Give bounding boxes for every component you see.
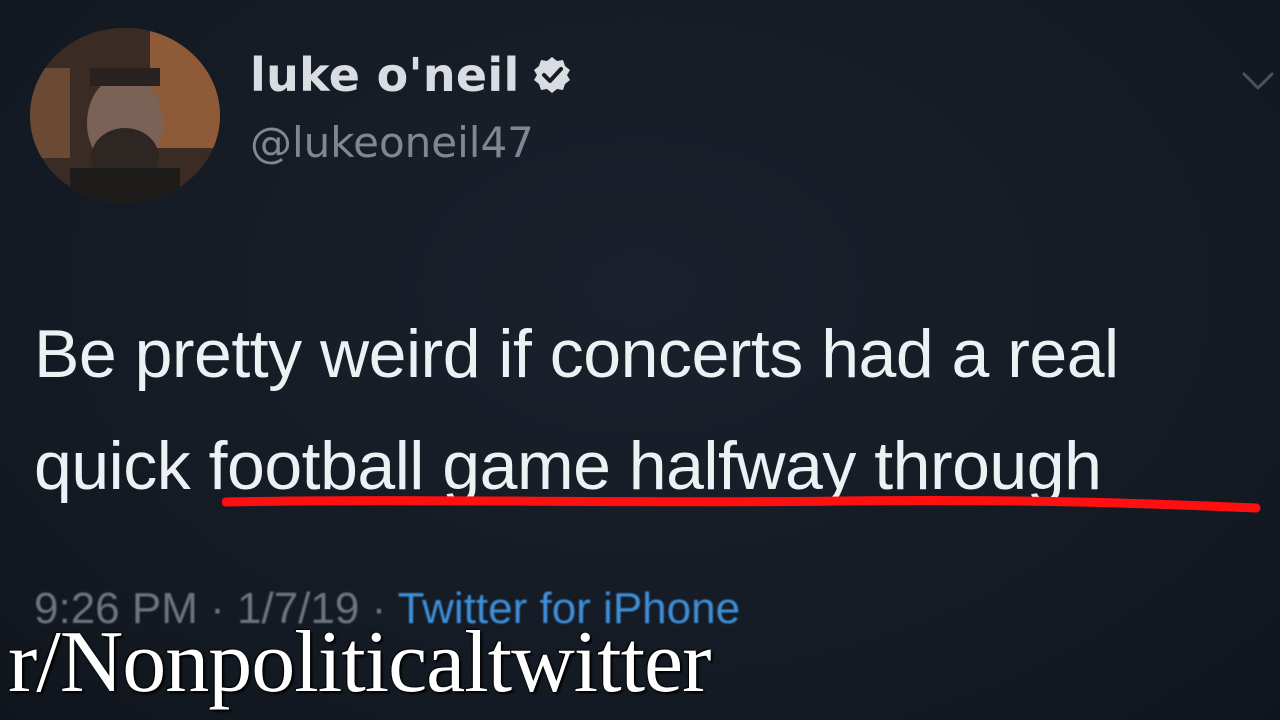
verified-badge-icon [533, 57, 570, 93]
avatar-image [30, 28, 220, 203]
chevron-down-icon[interactable] [1238, 62, 1278, 102]
tweet-text-line-1: Be pretty weird if concerts had a real [34, 316, 1119, 392]
subreddit-watermark: r/Nonpoliticaltwitter [8, 614, 711, 711]
red-underline-annotation [222, 496, 1261, 513]
tweet-text: Be pretty weird if concerts had a real q… [34, 298, 1254, 522]
display-name-text: luke o'neil [250, 48, 520, 102]
user-handle[interactable]: @lukeoneil47 [250, 118, 534, 167]
avatar[interactable] [30, 28, 220, 203]
tweet-screenshot: luke o'neil @lukeoneil47 Be pretty weird… [0, 0, 1280, 720]
display-name[interactable]: luke o'neil [250, 48, 572, 102]
tweet-text-line-2-start: quick [34, 428, 209, 504]
